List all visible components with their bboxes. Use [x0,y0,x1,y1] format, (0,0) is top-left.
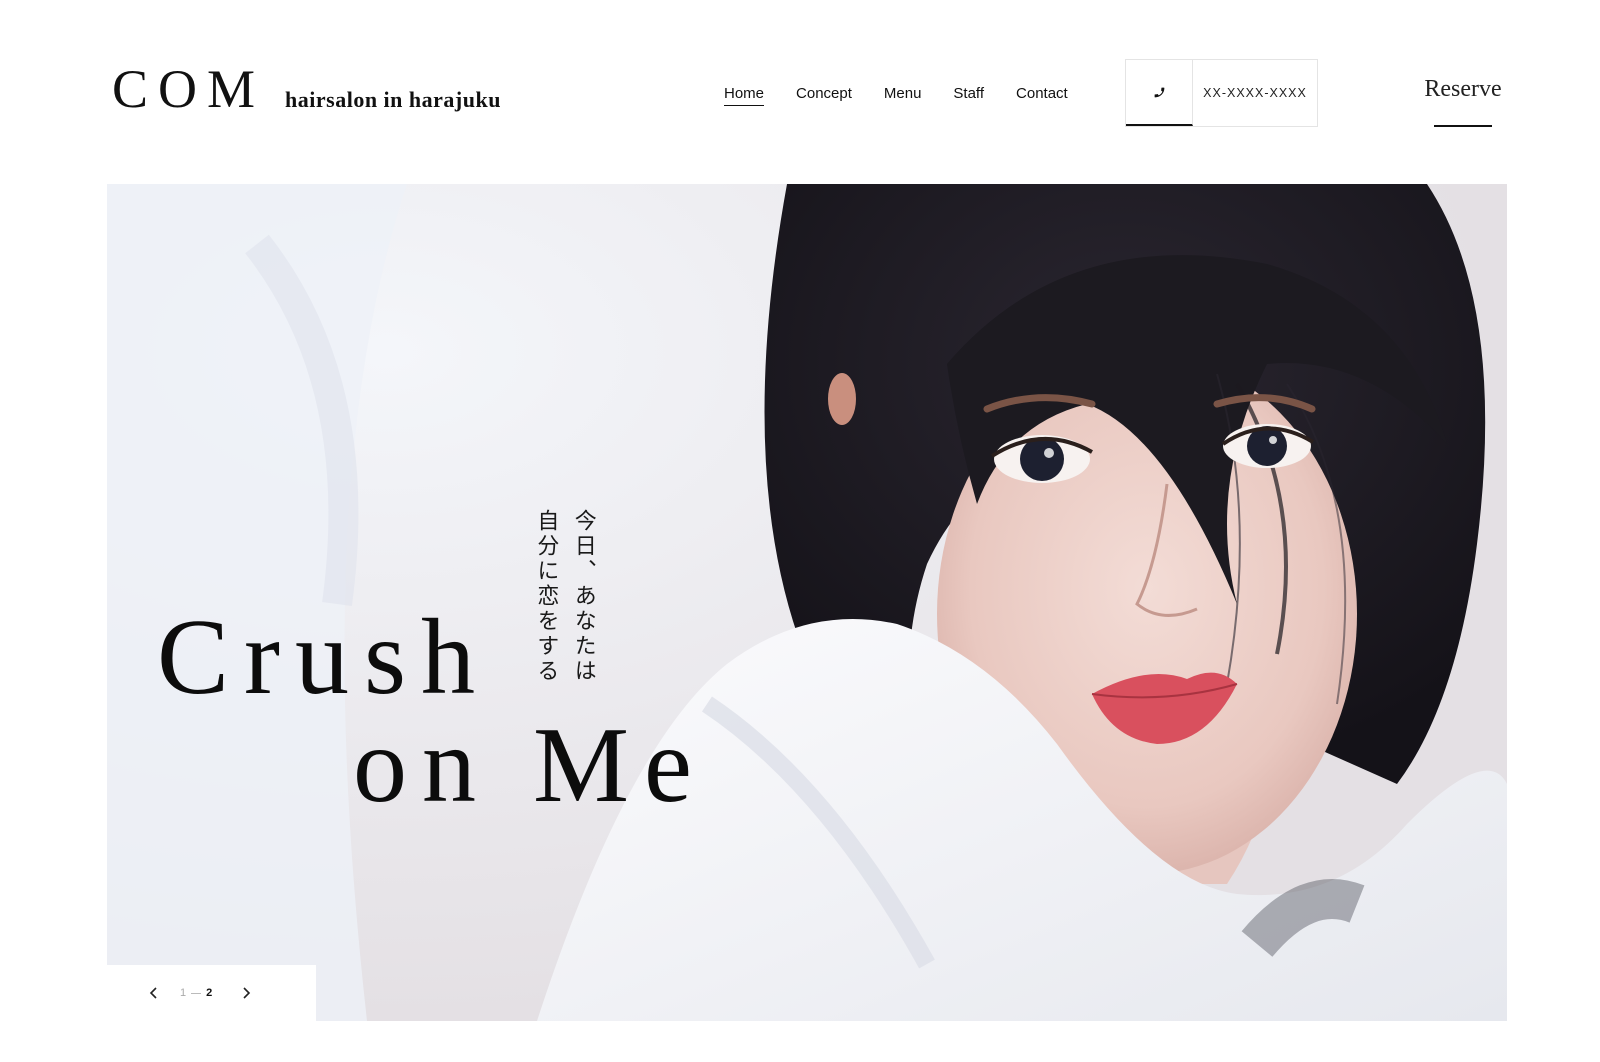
hero-slider: 今日、あなたは 自分に恋をする Crush on Me 1 2 [107,184,1507,1021]
slider-page-separator [191,992,202,994]
phone-box: XX-XXXX-XXXX [1125,59,1318,127]
site-logo[interactable]: COM [112,62,265,116]
site-tagline: hairsalon in harajuku [285,87,501,112]
slider-pagination: 1 2 [180,987,212,999]
hero-headline-line-1: Crush [157,598,491,717]
nav-item-concept[interactable]: Concept [796,85,852,106]
slider-next-button[interactable] [234,981,258,1005]
main-nav: Home Concept Menu Staff Contact [724,85,1100,106]
nav-item-staff[interactable]: Staff [953,85,984,106]
slider-page-1[interactable]: 1 [180,987,186,999]
jp-copy-line-2: 自分に恋をする [533,509,559,684]
hero-japanese-copy: 今日、あなたは 自分に恋をする [527,509,602,709]
chevron-right-icon [243,987,251,999]
brand: COM hairsalon in harajuku [112,62,501,116]
nav-item-contact[interactable]: Contact [1016,85,1068,106]
slider-prev-button[interactable] [142,981,166,1005]
reserve-underline [1434,125,1492,127]
nav-item-home[interactable]: Home [724,85,765,106]
reserve-button[interactable]: Reserve [1418,76,1508,103]
page: COM hairsalon in harajuku Home Concept M… [0,0,1600,1062]
slider-page-2[interactable]: 2 [206,987,212,999]
phone-button[interactable] [1126,60,1193,126]
phone-number[interactable]: XX-XXXX-XXXX [1193,60,1317,126]
phone-icon [1154,87,1164,97]
chevron-left-icon [149,987,157,999]
jp-copy-line-1: 今日、あなたは [570,509,596,684]
hero-headline-line-2: on Me [353,706,707,825]
slider-controls: 1 2 [107,965,316,1021]
nav-item-menu[interactable]: Menu [884,85,922,106]
